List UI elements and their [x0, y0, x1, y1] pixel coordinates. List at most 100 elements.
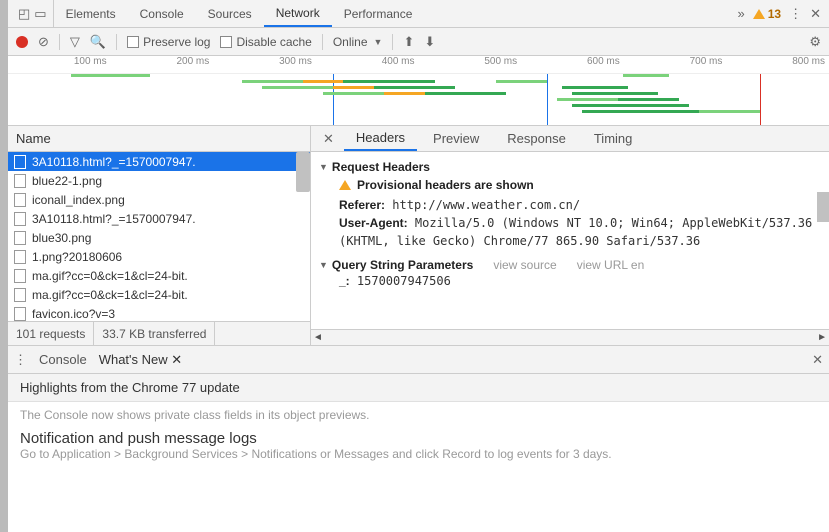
file-icon [14, 212, 26, 226]
provisional-warning: Provisional headers are shown [319, 178, 829, 192]
tick-label: 200 ms [111, 56, 214, 73]
request-list-pane: Name 3A10118.html?_=1570007947. blue22-1.… [8, 126, 311, 345]
file-icon [14, 288, 26, 302]
tab-performance[interactable]: Performance [332, 0, 425, 27]
header-referer: Referer: http://www.weather.com.cn/ [319, 196, 829, 214]
file-icon [14, 269, 26, 283]
drawer-body: The Console now shows private class fiel… [8, 402, 829, 467]
timeline-bar [557, 98, 618, 101]
tab-console[interactable]: Console [128, 0, 196, 27]
name-column-header[interactable]: Name [8, 126, 310, 152]
request-row[interactable]: ma.gif?cc=0&ck=1&cl=24-bit. [8, 266, 310, 285]
request-row[interactable]: iconall_index.png [8, 190, 310, 209]
file-icon [14, 250, 26, 264]
timeline-bar [333, 86, 374, 89]
record-button[interactable] [16, 36, 28, 48]
request-name: ma.gif?cc=0&ck=1&cl=24-bit. [32, 269, 188, 283]
download-har-icon[interactable]: ⬇ [424, 34, 435, 50]
dock-controls: ◰ ▭ [12, 0, 54, 27]
request-row[interactable]: blue30.png [8, 228, 310, 247]
request-row[interactable]: ma.gif?cc=0&ck=1&cl=24-bit. [8, 285, 310, 304]
timeline-marker [547, 74, 548, 125]
whatsnew-line: Go to Application > Background Services … [20, 447, 817, 461]
tick-label: 800 ms [726, 56, 829, 73]
main-tab-bar: ◰ ▭ Elements Console Sources Network Per… [8, 0, 829, 28]
request-name: ma.gif?cc=0&ck=1&cl=24-bit. [32, 288, 188, 302]
subtab-preview[interactable]: Preview [421, 126, 491, 151]
request-row[interactable]: 3A10118.html?_=1570007947. [8, 209, 310, 228]
clear-icon[interactable]: ⊘ [38, 34, 49, 50]
device-toggle-icon[interactable]: ▭ [34, 6, 46, 22]
header-user-agent: User-Agent: Mozilla/5.0 (Windows NT 10.0… [319, 214, 829, 250]
horizontal-scrollbar[interactable]: ◄► [311, 329, 829, 345]
timeline-overview[interactable]: 100 ms 200 ms 300 ms 400 ms 500 ms 600 m… [8, 56, 829, 126]
file-icon [14, 307, 26, 321]
status-transfer: 33.7 KB transferred [94, 322, 215, 345]
view-source-link[interactable]: view source [493, 258, 556, 272]
close-detail-icon[interactable]: ✕ [317, 131, 340, 147]
request-name: blue30.png [32, 231, 91, 245]
request-headers-section[interactable]: ▼Request Headers [319, 160, 829, 174]
status-bar: 101 requests 33.7 KB transferred [8, 321, 310, 345]
timeline-bar [572, 104, 689, 107]
status-requests: 101 requests [8, 322, 94, 345]
timeline-bar [262, 86, 333, 89]
view-url-encoded-link[interactable]: view URL en [577, 258, 645, 272]
subtab-response[interactable]: Response [495, 126, 578, 151]
request-row[interactable]: favicon.ico?v=3 [8, 304, 310, 321]
tab-elements[interactable]: Elements [54, 0, 128, 27]
whatsnew-section-title: Notification and push message logs [20, 430, 817, 447]
drawer-tab-bar: ⋮ Console What's New ✕ ✕ [8, 346, 829, 374]
qsp-entry: _: 1570007947506 [319, 272, 829, 290]
request-name: favicon.ico?v=3 [32, 307, 115, 321]
whatsnew-highlight: Highlights from the Chrome 77 update [8, 374, 829, 402]
timeline-bar [374, 86, 455, 89]
more-tabs-icon[interactable]: » [738, 6, 745, 21]
timeline-bar [323, 92, 384, 95]
tab-network[interactable]: Network [264, 0, 332, 27]
request-name: 3A10118.html?_=1570007947. [32, 212, 196, 226]
request-list: 3A10118.html?_=1570007947. blue22-1.png ic… [8, 152, 310, 321]
warnings-badge[interactable]: 13 [753, 7, 781, 21]
drawer-menu-icon[interactable]: ⋮ [14, 352, 27, 368]
inspect-icon[interactable]: ◰ [18, 6, 30, 22]
search-icon[interactable]: 🔍 [90, 34, 106, 50]
tick-label: 500 ms [419, 56, 522, 73]
filter-icon[interactable]: ▽ [70, 34, 80, 50]
drawer-close-icon[interactable]: ✕ [812, 352, 823, 368]
timeline-bar [562, 86, 628, 89]
scrollbar-thumb[interactable] [817, 192, 829, 222]
settings-gear-icon[interactable]: ⚙ [809, 34, 821, 50]
preserve-log-checkbox[interactable]: Preserve log [127, 35, 210, 49]
kebab-menu-icon[interactable]: ⋮ [789, 6, 802, 22]
scrollbar-thumb[interactable] [296, 152, 310, 192]
request-row[interactable]: blue22-1.png [8, 171, 310, 190]
timeline-bar [623, 74, 669, 77]
throttling-select[interactable]: Online▼ [333, 35, 383, 49]
timeline-marker [760, 74, 761, 125]
timeline-bar [71, 74, 150, 77]
timeline-bar [384, 92, 425, 95]
subtab-headers[interactable]: Headers [344, 126, 417, 151]
timeline-bar [343, 80, 434, 83]
tab-sources[interactable]: Sources [196, 0, 264, 27]
request-row[interactable]: 1.png?20180606 [8, 247, 310, 266]
file-icon [14, 193, 26, 207]
drawer-tab-whatsnew[interactable]: What's New ✕ [99, 352, 182, 368]
network-toolbar: ⊘ ▽ 🔍 Preserve log Disable cache Online▼… [8, 28, 829, 56]
tick-label: 100 ms [8, 56, 111, 73]
timeline-bar [572, 92, 658, 95]
request-row[interactable]: 3A10118.html?_=1570007947. [8, 152, 310, 171]
file-icon [14, 231, 26, 245]
upload-har-icon[interactable]: ⬆ [403, 34, 414, 50]
tick-label: 600 ms [521, 56, 624, 73]
disable-cache-checkbox[interactable]: Disable cache [220, 35, 311, 49]
drawer-tab-console[interactable]: Console [39, 352, 87, 367]
subtab-timing[interactable]: Timing [582, 126, 645, 151]
query-string-section[interactable]: ▼Query String Parameters [319, 258, 473, 272]
close-icon[interactable]: ✕ [810, 6, 821, 22]
request-name: blue22-1.png [32, 174, 102, 188]
timeline-bar [618, 98, 679, 101]
timeline-bar [496, 80, 547, 83]
timeline-bar [242, 80, 303, 83]
